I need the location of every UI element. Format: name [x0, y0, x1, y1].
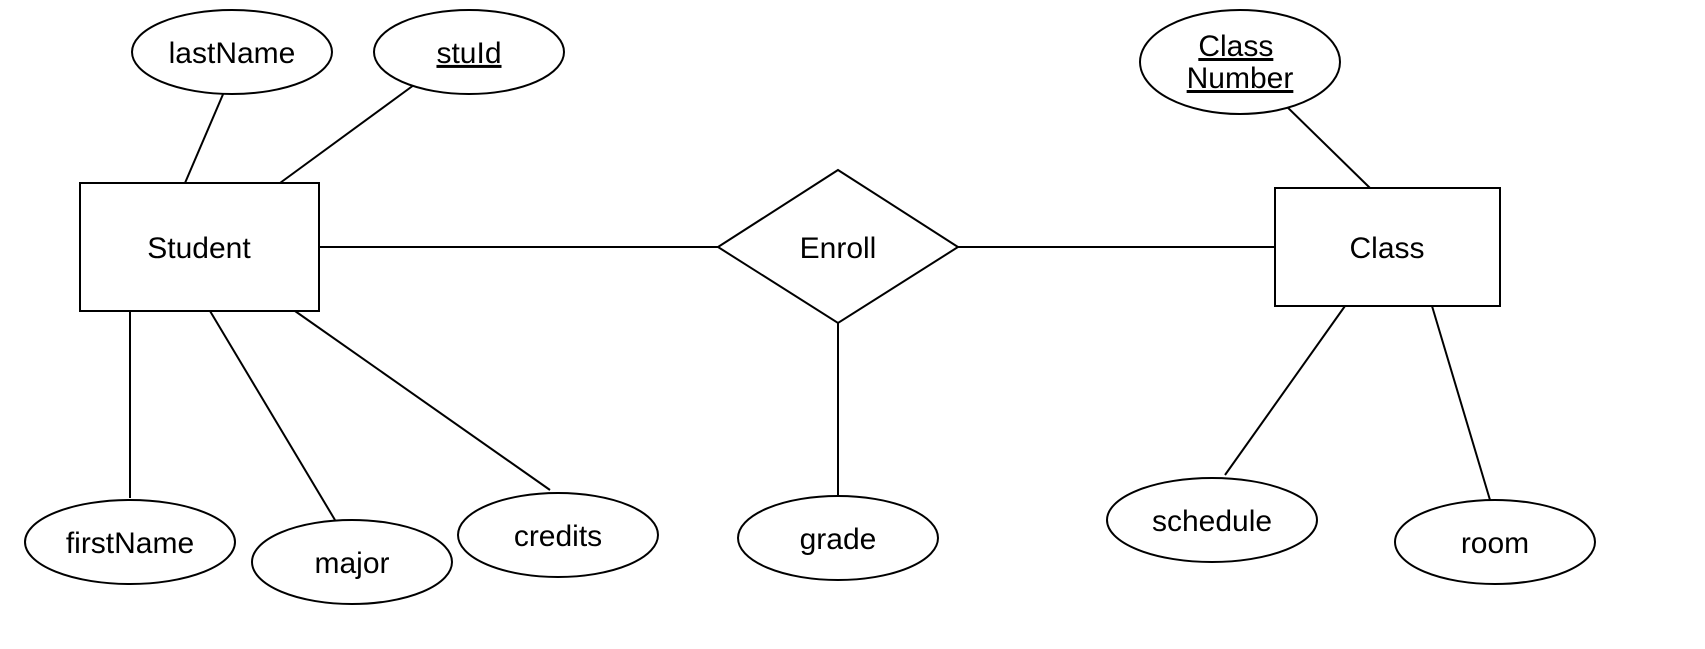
- attr-stuId-label: stuId: [436, 37, 501, 70]
- entity-class-label: Class: [1349, 232, 1424, 265]
- attr-lastName-label: lastName: [169, 37, 296, 70]
- edge-class-schedule: [1225, 306, 1345, 475]
- er-diagram: Student Class Enroll lastName stuId firs…: [0, 0, 1705, 649]
- attr-firstName-label: firstName: [66, 527, 194, 560]
- attr-grade-label: grade: [800, 523, 877, 556]
- attr-classNumber-label: Class Number: [1187, 30, 1294, 95]
- edge-class-room: [1432, 306, 1490, 500]
- relationship-enroll-label: Enroll: [800, 232, 877, 265]
- attr-major-label: major: [314, 547, 389, 580]
- edge-student-stuId: [280, 82, 418, 183]
- edge-class-classNumber: [1280, 100, 1370, 188]
- attr-schedule-label: schedule: [1152, 505, 1272, 538]
- attr-credits-label: credits: [514, 520, 602, 553]
- edge-student-credits: [295, 311, 550, 490]
- attr-room-label: room: [1461, 527, 1529, 560]
- entity-student-label: Student: [147, 232, 251, 265]
- edge-student-major: [210, 311, 335, 520]
